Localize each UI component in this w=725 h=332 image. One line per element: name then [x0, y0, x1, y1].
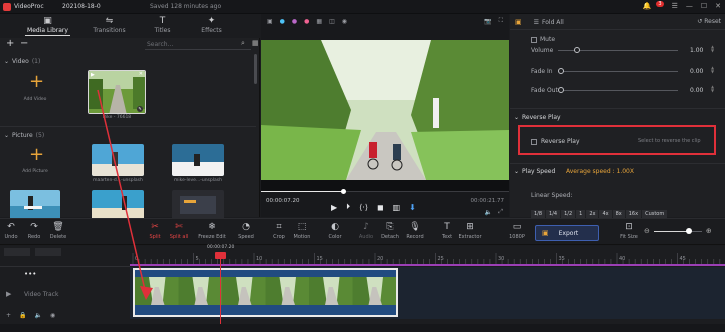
arrow-head — [140, 286, 153, 300]
arrow-line — [97, 89, 147, 295]
annotation-arrow — [97, 89, 153, 300]
